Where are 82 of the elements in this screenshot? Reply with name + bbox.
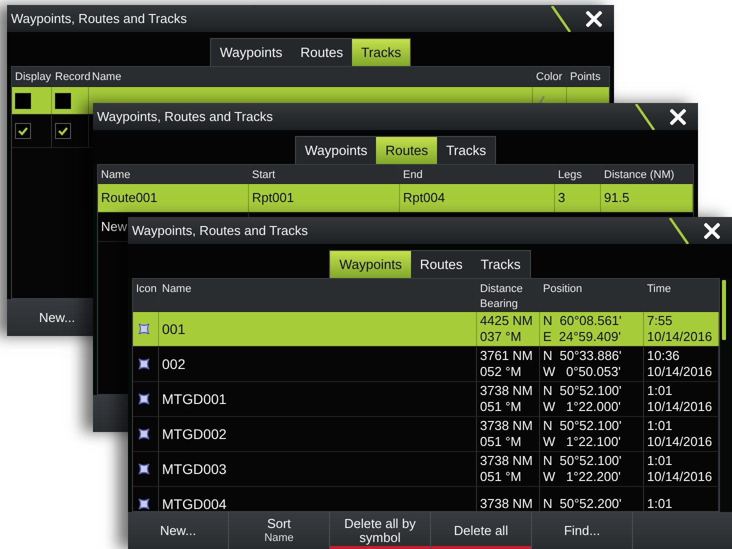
footer-button[interactable]: Delete all by symbol: [330, 512, 431, 549]
waypoint-icon: [136, 321, 152, 337]
checkbox[interactable]: [15, 123, 31, 139]
tab[interactable]: Waypoints: [330, 251, 411, 278]
table-cell: MTGD004: [162, 496, 227, 511]
table-row[interactable]: 002 3761 NM 052 °M N 50°33.886' W 0°50.053' 10:36 10/14/2016: [133, 347, 719, 382]
column-header: Points: [567, 67, 609, 86]
table-cell: N 50°52.200': [543, 496, 622, 511]
table-row[interactable]: MTGD003 3738 NM 051 °M N 50°52.100' W 1°22.200' 1:01 10/14/2016: [133, 452, 719, 487]
table-cell: 3738 NM 051 °M: [480, 418, 533, 450]
accent-stripe: [550, 6, 572, 32]
checkbox[interactable]: [55, 123, 71, 139]
table-cell: 3738 NM 051 °M: [480, 453, 533, 485]
table-cell: 002: [162, 356, 186, 372]
column-header: Record: [52, 67, 89, 86]
table-cell: N 50°33.886' W 0°50.053': [543, 348, 622, 380]
column-header: Name: [89, 67, 533, 86]
waypoint-icon: [136, 356, 152, 372]
table-cell: 1:01: [647, 496, 672, 511]
close-icon: [670, 108, 686, 124]
window-title: Waypoints, Routes and Tracks: [11, 11, 188, 26]
table-row[interactable]: MTGD002 3738 NM 051 °M N 50°52.100' W 1°22.100' 1:01 10/14/2016: [133, 417, 719, 452]
check-icon: [57, 125, 69, 137]
column-header: Display: [12, 67, 52, 86]
table-cell: N 50°52.100' W 1°22.200': [543, 453, 622, 485]
close-icon: [586, 10, 602, 26]
waypoint-icon: [136, 496, 152, 511]
footer-button[interactable]: New...: [128, 512, 229, 549]
footer-button[interactable]: Find...: [532, 512, 633, 549]
table-row[interactable]: MTGD001 3738 NM 051 °M N 50°52.100' W 1°22.000' 1:01 10/14/2016: [133, 382, 719, 417]
table-cell: 3: [558, 190, 566, 206]
waypoint-icon: [136, 391, 152, 407]
table-cell: MTGD003: [162, 461, 227, 477]
table-row[interactable]: Route001 Rpt001 Rpt004 3 91.5: [98, 184, 693, 213]
window-title: Waypoints, Routes and Tracks: [132, 223, 309, 238]
tab[interactable]: Routes: [291, 39, 352, 66]
table-cell: N 60°08.561' E 24°59.409': [543, 313, 622, 345]
tab[interactable]: Tracks: [437, 137, 496, 164]
check-icon: [17, 125, 29, 137]
column-header: Distance (NM): [601, 165, 693, 183]
table-cell: MTGD001: [162, 391, 227, 407]
table-cell: 3761 NM 052 °M: [480, 348, 533, 380]
column-header: End: [400, 165, 555, 183]
column-header: Start: [249, 165, 400, 183]
scrollbar: [722, 280, 726, 340]
table-cell: 4425 NM 037 °M: [480, 313, 533, 345]
tab[interactable]: Waypoints: [296, 137, 376, 164]
column-header: Color: [533, 67, 567, 86]
waypoint-icon: [136, 461, 152, 477]
table-cell: 001: [162, 321, 186, 337]
checkbox[interactable]: [55, 92, 71, 108]
table-cell: N 50°52.100' W 1°22.100': [543, 418, 622, 450]
table-row[interactable]: 001 4425 NM 037 °M N 60°08.561' E 24°59.409' 7:55 10/14/2016: [133, 312, 719, 347]
table-cell: 1:01 10/14/2016: [647, 418, 712, 450]
accent-stripe: [634, 104, 656, 130]
table-cell: Route001: [101, 190, 158, 206]
table-cell: 1:01 10/14/2016: [647, 383, 712, 415]
footer-button[interactable]: Sort Name: [229, 512, 330, 549]
tab[interactable]: Routes: [376, 137, 438, 164]
table-cell: 91.5: [604, 190, 630, 206]
table-cell: 3738 NM 051 °M: [480, 383, 533, 415]
table-cell: 10:36 10/14/2016: [647, 348, 712, 380]
table-cell: MTGD002: [162, 426, 227, 442]
tab[interactable]: Tracks: [472, 251, 530, 278]
table-cell: 1:01 10/14/2016: [647, 453, 712, 485]
accent-stripe: [668, 218, 690, 244]
checkbox[interactable]: [15, 92, 31, 108]
table-cell: New: [101, 219, 128, 235]
tab[interactable]: Tracks: [352, 39, 410, 66]
table-cell: 3738 NM: [480, 496, 533, 511]
tab[interactable]: Waypoints: [210, 39, 292, 66]
footer-button[interactable]: Delete all: [431, 512, 532, 549]
table-cell: Rpt004: [403, 190, 445, 206]
close-icon: [704, 222, 720, 238]
table-cell: N 50°52.100' W 1°22.000': [543, 383, 622, 415]
waypoint-icon: [136, 426, 152, 442]
window-title: Waypoints, Routes and Tracks: [97, 109, 274, 124]
tab[interactable]: Routes: [410, 251, 472, 278]
column-header: Name: [98, 165, 249, 183]
table-cell: Rpt001: [252, 190, 294, 206]
table-cell: 7:55 10/14/2016: [647, 313, 712, 345]
column-header: Legs: [555, 165, 601, 183]
